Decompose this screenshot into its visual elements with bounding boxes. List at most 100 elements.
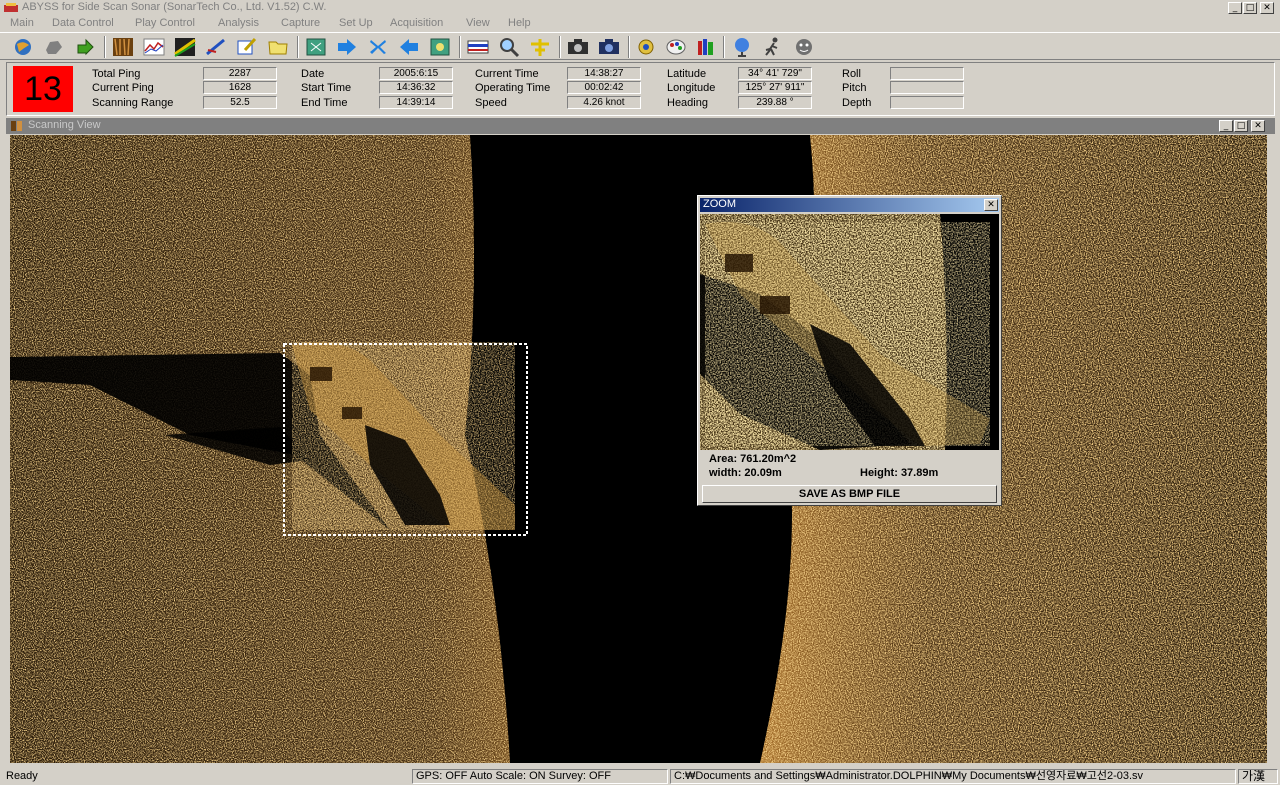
crosshair-icon[interactable] [528, 36, 552, 58]
window-title: ABYSS for Side Scan Sonar (SonarTech Co.… [22, 1, 327, 13]
minimize-button[interactable]: _ [1228, 2, 1242, 14]
menu-bar: Main Data Control Play Control Analysis … [0, 16, 1280, 32]
scan-minimize-button[interactable]: _ [1219, 120, 1233, 132]
scanning-view-window: Scanning View _ □ ✕ [6, 118, 1275, 768]
zoom-icon[interactable] [497, 36, 521, 58]
start-time-label: Start Time [301, 82, 352, 94]
status-ready: Ready [6, 770, 38, 782]
runner-icon[interactable] [761, 36, 785, 58]
map-icon[interactable] [304, 36, 328, 58]
toolbar-separator [459, 36, 461, 58]
toolbar-separator [104, 36, 106, 58]
pitch-label: Pitch [842, 82, 867, 94]
longitude-value: 125° 27' 911" [738, 81, 812, 94]
operating-time-label: Operating Time [475, 82, 551, 94]
zoom-window: ZOOM ✕ Area: 761.20m^2 width: 20.09m Hei… [697, 195, 1002, 506]
toolbar-separator [297, 36, 299, 58]
close-button[interactable]: ✕ [1260, 2, 1274, 14]
ping-badge: 13 [13, 66, 73, 112]
measure-icon[interactable] [204, 36, 228, 58]
zoom-width-text: width: 20.09m [709, 467, 782, 479]
menu-data-control[interactable]: Data Control [52, 17, 114, 29]
save-as-bmp-button[interactable]: SAVE AS BMP FILE [702, 485, 997, 503]
info-panel: 13 Total Ping 2287 Current Ping 1628 Sca… [6, 62, 1275, 116]
heading-label: Heading [667, 97, 708, 109]
end-time-label: End Time [301, 97, 348, 109]
current-ping-value: 1628 [203, 81, 277, 94]
depth-label: Depth [842, 97, 872, 109]
start-time-value: 14:36:32 [379, 81, 453, 94]
scanning-view-titlebar[interactable]: Scanning View _ □ ✕ [6, 118, 1275, 134]
edit-icon[interactable] [235, 36, 259, 58]
settings-icon[interactable] [634, 36, 658, 58]
date-label: Date [301, 68, 325, 80]
hand-icon[interactable] [42, 36, 66, 58]
sonar-texture-icon[interactable] [111, 36, 135, 58]
camera-icon[interactable] [566, 36, 590, 58]
menu-analysis[interactable]: Analysis [218, 17, 259, 29]
latitude-value: 34° 41' 729" [738, 67, 812, 80]
help-globe-icon[interactable] [730, 36, 754, 58]
roll-value [890, 67, 964, 80]
latitude-label: Latitude [667, 68, 707, 80]
speed-value: 4.26 knot [567, 96, 641, 109]
zoom-titlebar[interactable]: ZOOM ✕ [700, 198, 999, 212]
zoom-close-button[interactable]: ✕ [984, 199, 998, 211]
toolbar [0, 32, 1280, 60]
open-file-icon[interactable] [73, 36, 97, 58]
scanning-range-value: 52.5 [203, 96, 277, 109]
scanning-range-label: Scanning Range [92, 97, 174, 109]
menu-help[interactable]: Help [508, 17, 531, 29]
longitude-label: Longitude [667, 82, 716, 94]
palette-icon[interactable] [664, 36, 688, 58]
graph-icon[interactable] [142, 36, 166, 58]
camera-capture-icon[interactable] [597, 36, 621, 58]
zoom-area-text: Area: 761.20m^2 [709, 453, 797, 465]
flag-icon[interactable] [466, 36, 490, 58]
exit-icon[interactable] [792, 36, 816, 58]
menu-capture[interactable]: Capture [281, 17, 320, 29]
cross-icon[interactable] [366, 36, 390, 58]
status-bar: Ready GPS: OFF Auto Scale: ON Survey: OF… [0, 768, 1280, 785]
speed-label: Speed [475, 97, 507, 109]
menu-view[interactable]: View [466, 17, 490, 29]
heading-value: 239.88 ° [738, 96, 812, 109]
status-file-path: C:₩Documents and Settings₩Administrator.… [670, 769, 1236, 784]
pitch-value [890, 81, 964, 94]
end-time-value: 14:39:14 [379, 96, 453, 109]
app-icon [4, 3, 18, 12]
status-ime-indicator[interactable]: 가漢 [1238, 769, 1278, 784]
menu-set-up[interactable]: Set Up [339, 17, 373, 29]
scanning-view-title: Scanning View [28, 119, 101, 131]
current-time-value: 14:38:27 [567, 67, 641, 80]
total-ping-value: 2287 [203, 67, 277, 80]
sonar-image[interactable] [10, 135, 1267, 763]
toolbar-separator [628, 36, 630, 58]
toolbar-separator [559, 36, 561, 58]
menu-main[interactable]: Main [10, 17, 34, 29]
menu-acquisition[interactable]: Acquisition [390, 17, 443, 29]
map-view-icon[interactable] [428, 36, 452, 58]
date-value: 2005:6:15 [379, 67, 453, 80]
child-window-icon [11, 121, 22, 131]
zoom-image [700, 214, 999, 450]
maximize-button[interactable]: □ [1243, 2, 1257, 14]
title-bar: ABYSS for Side Scan Sonar (SonarTech Co.… [0, 0, 1280, 16]
current-ping-label: Current Ping [92, 82, 154, 94]
operating-time-value: 00:02:42 [567, 81, 641, 94]
menu-play-control[interactable]: Play Control [135, 17, 195, 29]
scan-maximize-button[interactable]: □ [1234, 120, 1248, 132]
depth-value [890, 96, 964, 109]
arrow-right-icon[interactable] [335, 36, 359, 58]
current-time-label: Current Time [475, 68, 539, 80]
books-icon[interactable] [694, 36, 718, 58]
arrow-left-icon[interactable] [397, 36, 421, 58]
spectrum-icon[interactable] [173, 36, 197, 58]
zoom-title: ZOOM [703, 198, 736, 210]
folder-icon[interactable] [266, 36, 290, 58]
total-ping-label: Total Ping [92, 68, 141, 80]
zoom-height-text: Height: 37.89m [860, 467, 939, 479]
globe-icon[interactable] [11, 36, 35, 58]
scan-close-button[interactable]: ✕ [1251, 120, 1265, 132]
roll-label: Roll [842, 68, 861, 80]
